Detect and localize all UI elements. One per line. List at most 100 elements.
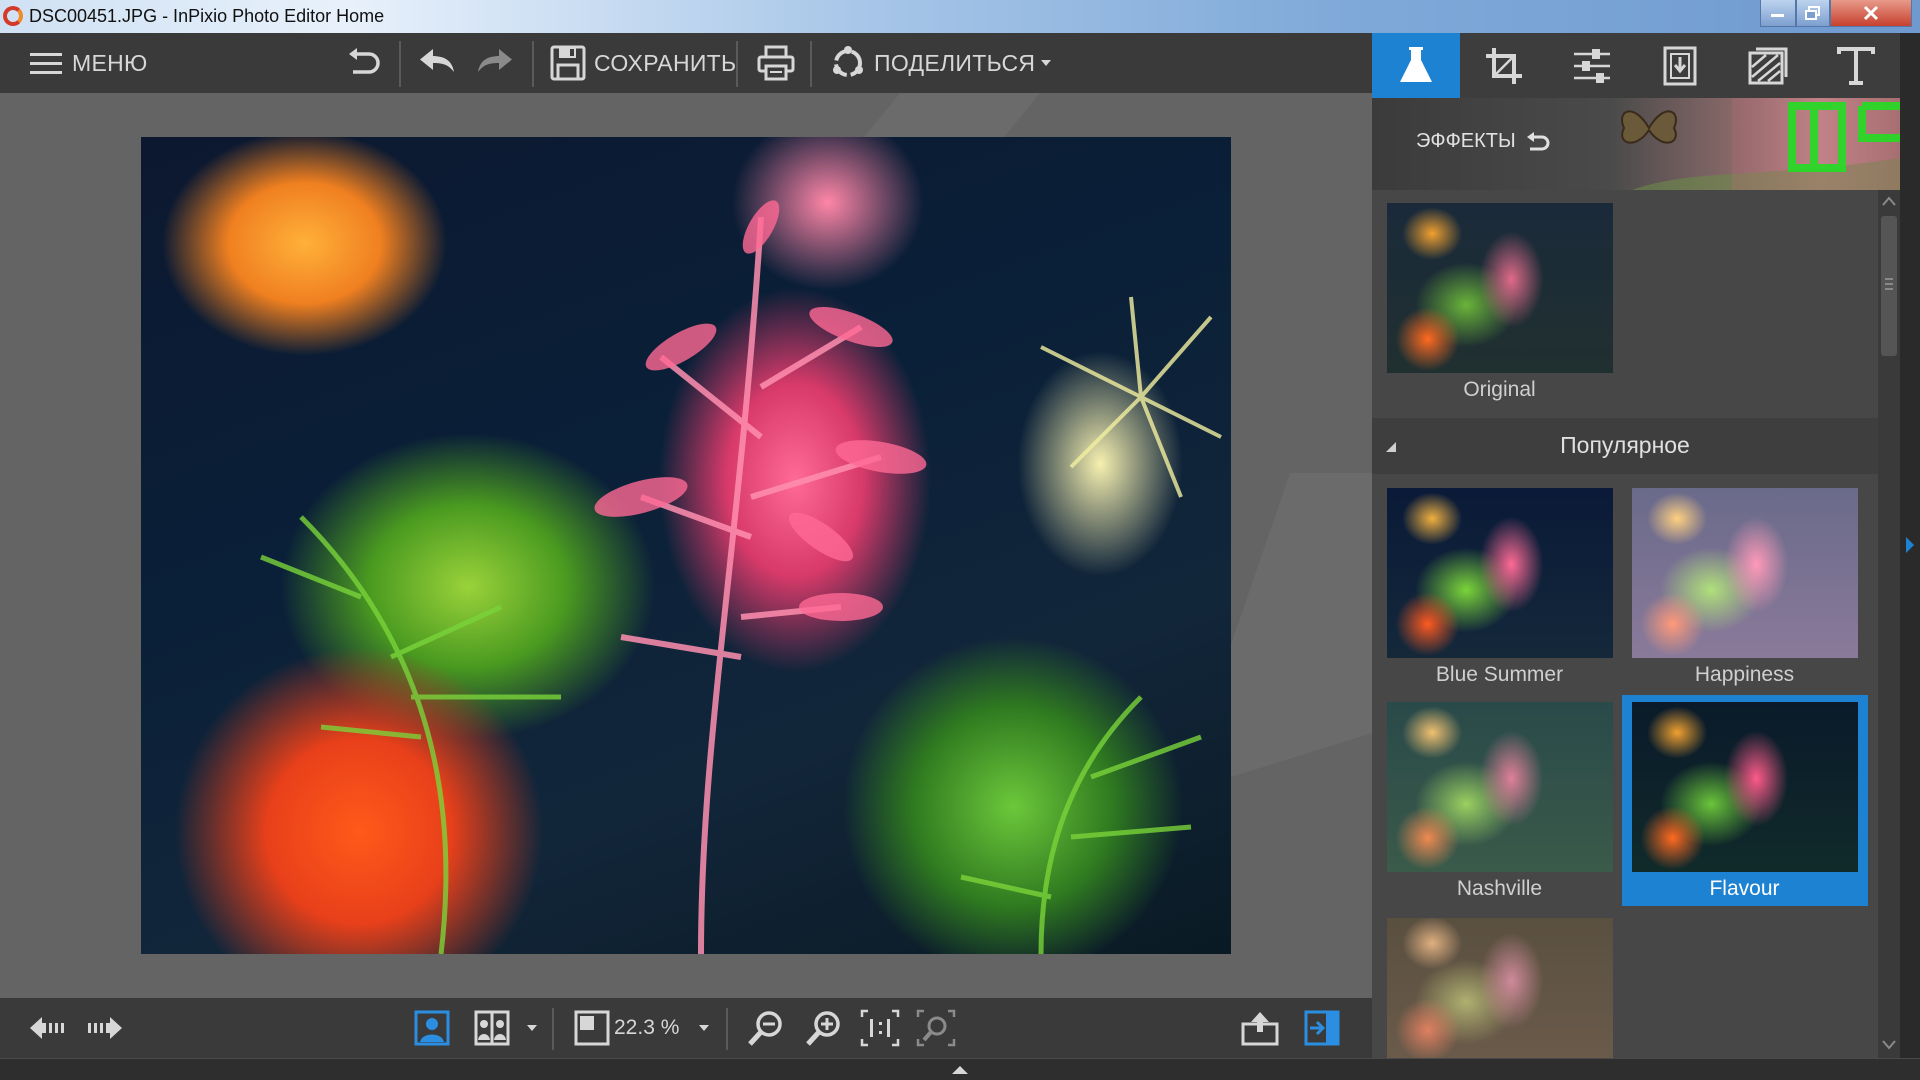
zoom-dropdown[interactable] xyxy=(694,1006,714,1050)
redo-button[interactable] xyxy=(472,33,516,93)
effect-thumb-flavour[interactable] xyxy=(1632,702,1858,872)
restore-icon xyxy=(1805,6,1820,20)
share-dropdown-icon xyxy=(1041,60,1052,66)
save-label: СОХРАНИТЬ xyxy=(594,49,737,76)
menu-label: МЕНЮ xyxy=(72,49,148,76)
right-panel-tabs xyxy=(1372,33,1900,98)
zoom-to-fit-button[interactable] xyxy=(914,1006,958,1050)
effects-scrollbar[interactable] xyxy=(1878,190,1900,1058)
section-title: Популярное xyxy=(1560,432,1690,458)
effect-label-original: Original xyxy=(1463,378,1536,401)
reset-button[interactable] xyxy=(342,33,386,93)
window-title: DSC00451.JPG - InPixio Photo Editor Home xyxy=(29,6,385,26)
zoom-level[interactable]: 22.3 % xyxy=(614,1006,694,1050)
redo-icon xyxy=(478,49,512,72)
bottom-divider xyxy=(726,1008,728,1050)
text-icon xyxy=(1837,46,1875,85)
effect-label-happiness: Happiness xyxy=(1694,663,1795,686)
effect-label-blue-summer: Blue Summer xyxy=(1435,663,1564,686)
previous-image-button[interactable] xyxy=(26,1006,70,1050)
panel-toggle-icon xyxy=(1304,1010,1340,1046)
bottom-toolbar: 22.3 % xyxy=(0,998,1372,1058)
print-button[interactable] xyxy=(754,33,798,93)
tab-text[interactable] xyxy=(1812,33,1900,98)
minimize-icon xyxy=(1771,14,1784,17)
actual-size-button[interactable] xyxy=(858,1006,902,1050)
photo-plants-illustration xyxy=(260,200,1222,954)
tab-textures[interactable] xyxy=(1724,33,1812,98)
undo-icon xyxy=(420,49,454,72)
tab-effects[interactable] xyxy=(1372,33,1460,98)
panel-edge xyxy=(1900,33,1920,1058)
crop-icon xyxy=(1486,47,1522,84)
close-button[interactable] xyxy=(1830,0,1912,27)
single-view-button[interactable] xyxy=(412,1006,452,1050)
single-view-icon xyxy=(414,1010,450,1046)
texture-icon xyxy=(1748,47,1788,84)
zoom-out-icon xyxy=(748,1011,782,1046)
effects-header-label: ЭФФЕКТЫ xyxy=(1416,130,1516,152)
chevron-down-icon xyxy=(527,1025,537,1031)
edited-photo[interactable] xyxy=(141,137,1231,954)
reset-icon xyxy=(349,48,380,74)
toolbar-divider xyxy=(532,41,534,87)
compare-view-icon xyxy=(474,1010,510,1046)
save-icon xyxy=(550,45,586,81)
tab-adjust[interactable] xyxy=(1548,33,1636,98)
share-icon xyxy=(833,46,863,77)
fit-screen-icon xyxy=(574,1010,610,1046)
zoom-fit-icon xyxy=(916,1009,956,1047)
frame-download-icon xyxy=(1663,46,1697,85)
section-header-popular[interactable]: Популярное xyxy=(1372,418,1878,474)
compare-view-button[interactable] xyxy=(470,1006,514,1050)
effect-label-flavour: Flavour xyxy=(1709,877,1780,900)
toolbar-divider xyxy=(736,41,738,87)
zoom-in-button[interactable] xyxy=(802,1006,846,1050)
main-toolbar: МЕНЮ СОХРАНИТЬ ПОДЕЛИТЬСЯ xyxy=(0,33,1372,93)
effect-thumb-blue-summer[interactable] xyxy=(1387,488,1613,658)
effect-label-nashville: Nashville xyxy=(1456,877,1543,900)
bottom-divider xyxy=(552,1008,554,1050)
minimize-button[interactable] xyxy=(1760,0,1796,27)
back-arrow-icon xyxy=(1526,131,1550,150)
flask-icon xyxy=(1400,46,1432,82)
status-strip xyxy=(0,1058,1920,1080)
fit-view-button[interactable] xyxy=(570,1006,614,1050)
effects-back-button[interactable]: ЭФФЕКТЫ xyxy=(1416,130,1552,153)
scroll-down-icon[interactable] xyxy=(1882,1040,1896,1050)
scroll-up-icon[interactable] xyxy=(1882,196,1896,206)
next-image-button[interactable] xyxy=(82,1006,126,1050)
zoom-out-button[interactable] xyxy=(744,1006,788,1050)
share-button[interactable]: ПОДЕЛИТЬСЯ xyxy=(830,33,1053,93)
maximize-button[interactable] xyxy=(1796,0,1830,27)
scrollbar-thumb[interactable] xyxy=(1881,216,1897,356)
tab-frames[interactable] xyxy=(1636,33,1724,98)
expand-up-icon[interactable] xyxy=(950,1064,970,1076)
image-canvas[interactable] xyxy=(0,93,1372,998)
actual-size-icon xyxy=(860,1009,900,1047)
export-button[interactable] xyxy=(1238,1006,1282,1050)
share-label: ПОДЕЛИТЬСЯ xyxy=(874,49,1036,76)
effect-thumb-happiness[interactable] xyxy=(1632,488,1858,658)
save-button[interactable]: СОХРАНИТЬ xyxy=(550,33,736,93)
sliders-icon xyxy=(1574,48,1610,83)
toggle-panel-button[interactable] xyxy=(1300,1006,1344,1050)
undo-button[interactable] xyxy=(416,33,460,93)
butterfly-icon xyxy=(1621,110,1677,144)
print-icon xyxy=(757,45,795,81)
tab-crop[interactable] xyxy=(1460,33,1548,98)
arrow-left-icon xyxy=(30,1017,64,1039)
effects-header: ЭФФЕКТЫ xyxy=(1372,98,1900,190)
export-icon xyxy=(1241,1012,1279,1046)
view-mode-dropdown[interactable] xyxy=(522,1006,542,1050)
effect-thumb-more[interactable] xyxy=(1387,918,1613,1058)
toolbar-divider xyxy=(810,41,812,87)
app-logo-icon xyxy=(3,6,23,26)
effect-thumb-nashville[interactable] xyxy=(1387,702,1613,872)
expand-panel-icon[interactable] xyxy=(1904,535,1916,555)
effect-thumb-original[interactable] xyxy=(1387,203,1613,373)
menu-button[interactable]: МЕНЮ xyxy=(28,33,148,93)
chevron-down-icon xyxy=(699,1025,709,1031)
close-icon xyxy=(1863,5,1879,21)
toolbar-divider xyxy=(399,41,401,87)
